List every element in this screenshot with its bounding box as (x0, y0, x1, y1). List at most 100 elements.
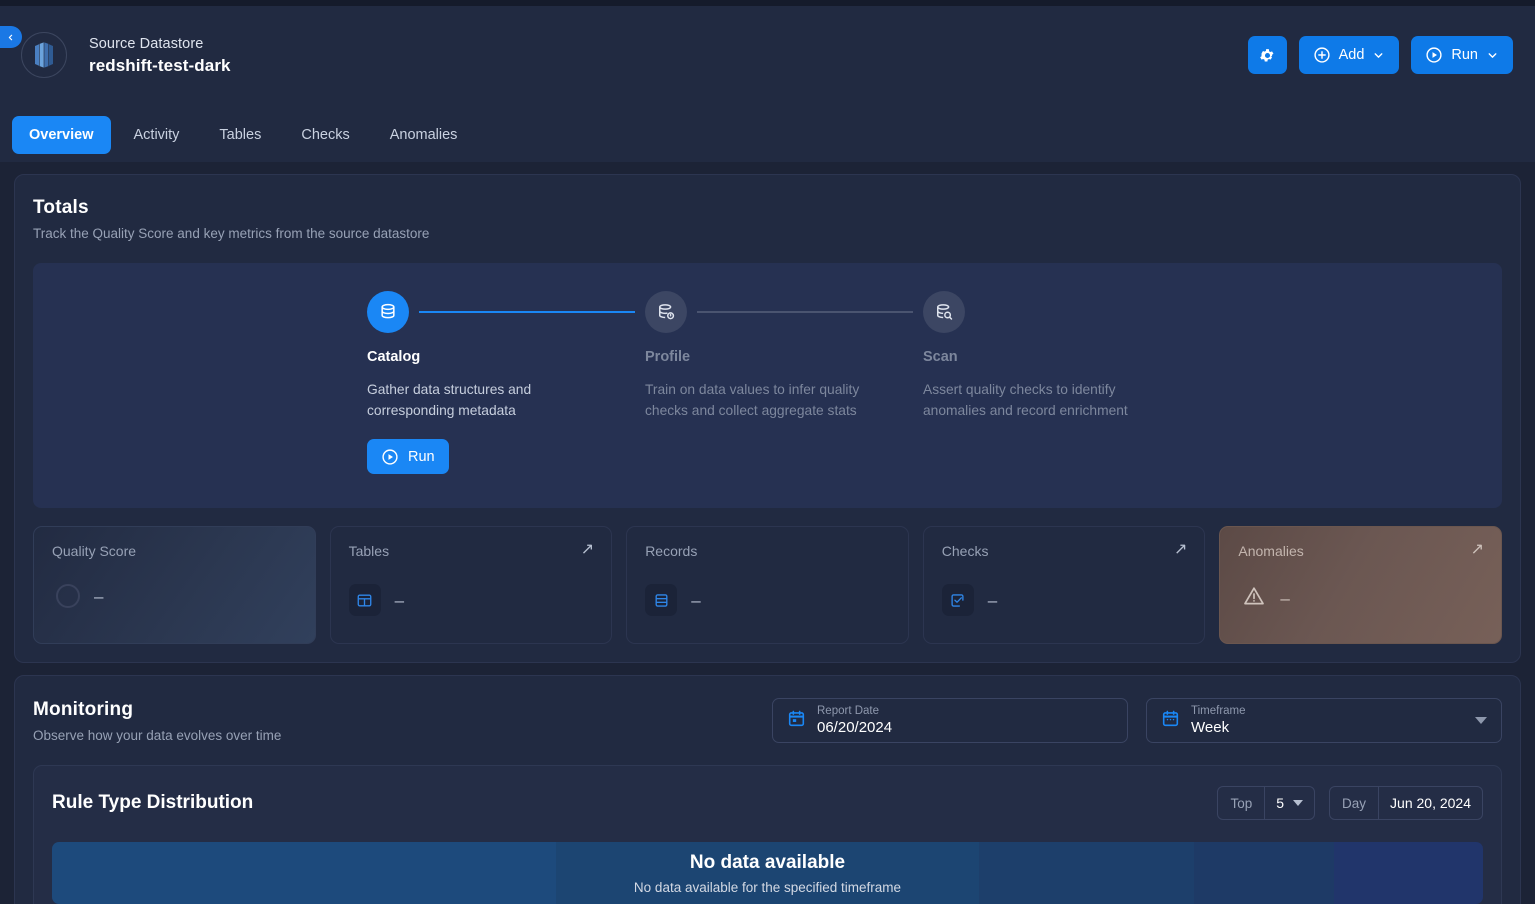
monitoring-controls: Report Date 06/20/2024 Timeframe Week (772, 698, 1502, 743)
monitoring-panel: Monitoring Observe how your data evolves… (14, 675, 1521, 904)
step-scan-description: Assert quality checks to identify anomal… (923, 382, 1128, 418)
top-n-value-wrap[interactable]: 5 (1265, 787, 1314, 819)
report-date-field[interactable]: Report Date 06/20/2024 (772, 698, 1128, 743)
add-button[interactable]: Add (1298, 36, 1400, 74)
chevron-down-icon (1488, 52, 1497, 58)
bar-segment (555, 842, 980, 904)
run-button-label: Run (1451, 47, 1478, 63)
day-value: Jun 20, 2024 (1390, 795, 1471, 811)
metric-card-checks[interactable]: Checks ↗ – (922, 526, 1206, 644)
redshift-datastore-icon (35, 42, 53, 68)
timeframe-field[interactable]: Timeframe Week (1146, 698, 1502, 743)
report-date-label: Report Date (817, 705, 880, 717)
bar-segment (1334, 842, 1483, 904)
play-circle-icon (1426, 47, 1443, 63)
chart-controls: Top 5 Day Jun 20, 2024 (1217, 786, 1483, 820)
top-n-value: 5 (1276, 795, 1285, 811)
pipeline-stepper: Catalog Gather data structures and corre… (33, 263, 1502, 508)
step-profile-name: Profile (645, 349, 691, 365)
plus-circle-icon (1313, 47, 1330, 63)
metric-card-anomalies[interactable]: Anomalies ↗ – (1219, 526, 1502, 644)
database-search-icon (937, 304, 953, 320)
header-actions: Add Run (1247, 36, 1519, 74)
monitoring-subtitle: Observe how your data evolves over time (33, 727, 282, 743)
step-scan-name: Scan (923, 349, 958, 365)
top-n-selector[interactable]: Top 5 (1217, 786, 1316, 820)
gear-icon (1259, 48, 1274, 62)
settings-button[interactable] (1247, 36, 1287, 74)
tab-activity[interactable]: Activity (117, 116, 197, 154)
totals-panel: Totals Track the Quality Score and key m… (14, 174, 1521, 663)
step-catalog-circle (367, 291, 409, 333)
metric-label: Checks (941, 543, 989, 559)
step-profile[interactable]: Profile Train on data values to infer qu… (645, 291, 923, 474)
top-n-label: Top (1218, 787, 1266, 819)
bar-segment (979, 842, 1194, 904)
records-icon (645, 584, 678, 616)
tab-tables[interactable]: Tables (202, 116, 278, 154)
open-arrow-icon[interactable]: ↗ (1174, 542, 1187, 558)
open-arrow-icon[interactable]: ↗ (1471, 542, 1484, 558)
bar-segment (1193, 842, 1335, 904)
tab-checks[interactable]: Checks (284, 116, 366, 154)
run-button[interactable]: Run (1411, 36, 1513, 74)
metric-card-quality-score[interactable]: Quality Score – (33, 526, 316, 644)
step-profile-description: Train on data values to infer quality ch… (645, 382, 860, 418)
progress-ring-icon (56, 584, 80, 608)
step-catalog-description: Gather data structures and corresponding… (367, 382, 532, 418)
step-connector-1 (419, 311, 635, 313)
catalog-run-button[interactable]: Run (367, 439, 449, 474)
chevron-down-icon (1293, 800, 1304, 806)
chevron-down-icon[interactable] (1475, 717, 1487, 724)
check-square-icon (941, 584, 974, 616)
back-button[interactable] (0, 26, 22, 48)
chevron-left-icon (8, 34, 13, 40)
bar-segment (52, 842, 556, 904)
chart-title: Rule Type Distribution (52, 792, 254, 813)
page-header: Source Datastore redshift-test-dark Add (0, 6, 1535, 162)
timeframe-value: Week (1191, 719, 1230, 736)
step-profile-circle (645, 291, 687, 333)
warning-triangle-icon (1242, 584, 1266, 613)
tab-anomalies[interactable]: Anomalies (373, 116, 475, 154)
timeframe-label: Timeframe (1191, 705, 1246, 717)
step-scan[interactable]: Scan Assert quality checks to identify a… (923, 291, 1201, 474)
datastore-name: redshift-test-dark (89, 55, 231, 75)
table-icon (348, 584, 381, 616)
metric-label: Tables (348, 543, 390, 559)
calendar-range-icon (1161, 709, 1180, 733)
metric-card-tables[interactable]: Tables ↗ – (329, 526, 613, 644)
metric-card-records[interactable]: Records – (626, 526, 909, 644)
report-date-value: 06/20/2024 (817, 719, 893, 736)
database-icon (381, 303, 395, 319)
database-profile-icon (659, 304, 675, 320)
play-circle-icon (382, 448, 398, 465)
metric-value: – (94, 586, 104, 606)
open-arrow-icon[interactable]: ↗ (581, 542, 594, 558)
chevron-down-icon (1374, 52, 1383, 58)
tab-bar: Overview Activity Tables Checks Anomalie… (12, 116, 474, 154)
metric-cards: Quality Score – Tables ↗ – Records – Che… (33, 526, 1502, 644)
metric-value: – (987, 590, 998, 610)
step-catalog-name: Catalog (367, 349, 421, 365)
rule-type-stacked-bar: No data available No data available for … (52, 842, 1483, 904)
tab-overview[interactable]: Overview (12, 116, 111, 154)
metric-value: – (394, 590, 405, 610)
avatar (21, 32, 67, 78)
catalog-run-label: Run (408, 448, 435, 465)
day-selector[interactable]: Day Jun 20, 2024 (1329, 786, 1483, 820)
metric-value: – (691, 590, 701, 610)
metric-value: – (1280, 589, 1290, 608)
datastore-kind: Source Datastore (89, 35, 204, 52)
monitoring-title: Monitoring (33, 698, 134, 720)
calendar-icon (787, 709, 806, 733)
datastore-meta: Source Datastore redshift-test-dark (89, 34, 231, 77)
metric-label: Records (645, 543, 698, 559)
step-catalog[interactable]: Catalog Gather data structures and corre… (367, 291, 645, 474)
step-scan-circle (923, 291, 965, 333)
add-button-label: Add (1338, 47, 1365, 63)
monitoring-heading: Monitoring Observe how your data evolves… (33, 699, 281, 743)
step-connector-2 (697, 311, 913, 313)
metric-label: Quality Score (52, 543, 137, 559)
metric-label: Anomalies (1238, 543, 1304, 559)
